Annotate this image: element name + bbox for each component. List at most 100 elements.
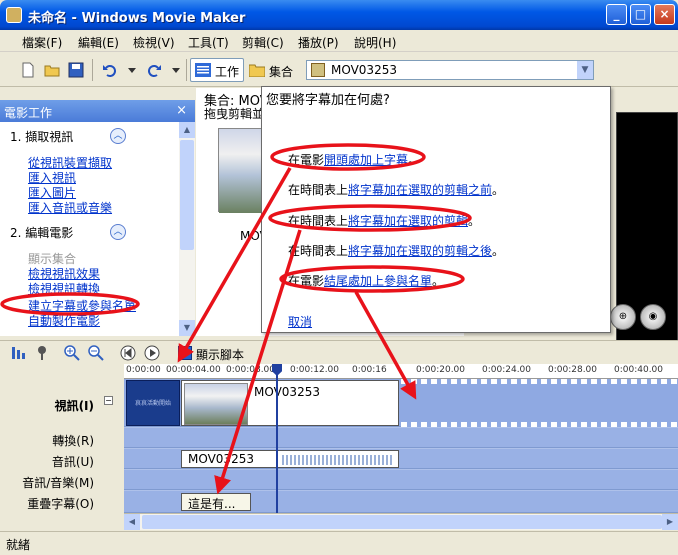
- section-capture-video-title[interactable]: 1. 擷取視訊: [10, 128, 73, 145]
- scroll-thumb[interactable]: [142, 515, 662, 529]
- collections-button[interactable]: 集合: [244, 58, 298, 82]
- take-picture-icon[interactable]: ◉: [640, 304, 666, 330]
- menu-file[interactable]: 檔案(F): [22, 34, 62, 51]
- new-project-icon[interactable]: [20, 62, 36, 78]
- play-timeline-icon[interactable]: [144, 345, 160, 361]
- maximize-button[interactable]: □: [630, 4, 651, 25]
- menu-edit[interactable]: 編輯(E): [78, 34, 119, 51]
- ruler-tick: 0:00:20.00: [416, 365, 466, 375]
- audio-waveform: [282, 455, 392, 465]
- chevron-up-icon[interactable]: ︿: [110, 128, 126, 144]
- scroll-right-icon[interactable]: ▶: [662, 514, 678, 530]
- option-credits-at-end: 在電影結尾處加上參與名單。: [288, 272, 444, 289]
- track-label-video[interactable]: 視訊(I): [55, 397, 94, 414]
- menu-view[interactable]: 檢視(V): [133, 34, 175, 51]
- ruler-tick: 0:00:16: [352, 365, 387, 375]
- option-prefix: 在電影: [288, 153, 325, 167]
- tasks-label: 工作: [215, 65, 240, 79]
- menu-tools[interactable]: 工具(T): [188, 34, 229, 51]
- menu-help[interactable]: 說明(H): [354, 34, 396, 51]
- video-clip-name: MOV03253: [254, 385, 320, 399]
- option-prefix: 在電影: [288, 274, 325, 288]
- set-audio-levels-icon[interactable]: [10, 345, 26, 361]
- rewind-timeline-icon[interactable]: [120, 345, 136, 361]
- movie-tasks-pane: 電影工作 × 1. 擷取視訊 ︿ 從視訊裝置擷取 匯入視訊 匯入圖片 匯入音訊或…: [0, 100, 195, 336]
- section-edit-movie-title[interactable]: 2. 編輯電影: [10, 224, 73, 241]
- title-overlay-clip[interactable]: 這是有...: [181, 493, 251, 511]
- track-label-audio[interactable]: 音訊(U): [52, 453, 94, 470]
- option-title-on-clip: 在時間表上將字幕加在選取的剪輯。: [288, 212, 480, 229]
- track-label-transition[interactable]: 轉換(R): [52, 432, 94, 449]
- link-title-at-beginning[interactable]: 開頭處加上字幕: [324, 153, 408, 167]
- video-clip[interactable]: MOV03253: [181, 380, 399, 426]
- task-view-video-transitions[interactable]: 檢視視訊轉換: [28, 280, 100, 297]
- close-icon[interactable]: ×: [176, 103, 187, 118]
- option-title-before-clip: 在時間表上將字幕加在選取的剪輯之前。: [288, 181, 504, 198]
- title-overlay-track[interactable]: 這是有...: [124, 491, 678, 513]
- option-prefix: 在時間表上: [288, 244, 349, 258]
- task-import-audio[interactable]: 匯入音訊或音樂: [28, 199, 112, 216]
- collection-dropdown[interactable]: MOV03253 ▼: [306, 60, 594, 80]
- task-pane-scrollbar[interactable]: ▲ ▼: [179, 122, 195, 336]
- transition-track[interactable]: [124, 428, 678, 448]
- link-credits-at-end[interactable]: 結尾處加上參與名單: [324, 274, 432, 288]
- menu-play[interactable]: 播放(P): [298, 34, 339, 51]
- timeline-track-labels: 視訊(I) 轉換(R) 音訊(U) 音訊/音樂(M) 重疊字幕(O): [0, 364, 124, 513]
- storyboard-icon: [178, 346, 192, 360]
- link-title-on-clip[interactable]: 將字幕加在選取的剪輯: [348, 214, 468, 228]
- collapse-video-track-icon[interactable]: −: [104, 396, 113, 405]
- undo-icon[interactable]: [102, 62, 118, 78]
- status-bar: 就緒: [0, 531, 678, 555]
- option-prefix: 在時間表上: [288, 214, 349, 228]
- status-text: 就緒: [6, 538, 31, 552]
- track-label-audio-music[interactable]: 音訊/音樂(M): [22, 474, 94, 491]
- close-button[interactable]: ×: [654, 4, 675, 25]
- split-clip-icon[interactable]: ⊕: [610, 304, 636, 330]
- playback-indicator[interactable]: [276, 364, 278, 513]
- show-storyboard-button[interactable]: 顯示腳本: [178, 346, 244, 363]
- redo-icon[interactable]: [146, 62, 162, 78]
- title-placement-panel: 您要將字幕加在何處? 在電影開頭處加上字幕。 在時間表上將字幕加在選取的剪輯之前…: [261, 86, 611, 333]
- video-track[interactable]: 哀哀活動開始 MOV03253: [124, 379, 678, 427]
- menu-clip[interactable]: 剪輯(C): [242, 34, 284, 51]
- scroll-left-icon[interactable]: ◀: [124, 514, 140, 530]
- option-prefix: 在時間表上: [288, 183, 349, 197]
- preview-monitor: ⊕ ◉: [610, 88, 678, 352]
- track-label-title-overlay[interactable]: 重疊字幕(O): [27, 495, 94, 512]
- timeline-tracks: 哀哀活動開始 MOV03253 MOV03253 這是有...: [124, 379, 678, 513]
- collection-dropdown-value: MOV03253: [331, 63, 397, 77]
- scroll-up-icon[interactable]: ▲: [179, 122, 195, 138]
- zoom-in-icon[interactable]: [64, 345, 80, 361]
- option-suffix: 。: [492, 183, 505, 197]
- task-automovie[interactable]: 自動製作電影: [28, 312, 100, 329]
- ruler-tick: 00:00:04.00: [166, 365, 221, 375]
- audio-music-track[interactable]: [124, 470, 678, 490]
- panel-heading: 您要將字幕加在何處?: [266, 93, 390, 108]
- audio-track[interactable]: MOV03253: [124, 449, 678, 469]
- open-project-icon[interactable]: [44, 62, 60, 78]
- link-title-after-clip[interactable]: 將字幕加在選取的剪輯之後: [348, 244, 492, 258]
- option-suffix: 。: [408, 153, 421, 167]
- collection-hint: 拖曳剪輯並: [204, 107, 265, 121]
- ruler-tick: 0:00:24.00: [482, 365, 532, 375]
- timeline-ruler[interactable]: 0:00:00 00:00:04.00 0:00:08.00 0:00:12.0…: [124, 364, 678, 379]
- zoom-out-icon[interactable]: [88, 345, 104, 361]
- tasks-button[interactable]: 工作: [190, 58, 245, 82]
- cancel-link[interactable]: 取消: [288, 313, 312, 330]
- save-project-icon[interactable]: [68, 62, 84, 78]
- chevron-down-icon[interactable]: ▼: [577, 61, 593, 79]
- narrate-timeline-icon[interactable]: [34, 345, 50, 361]
- scroll-thumb[interactable]: [180, 140, 194, 250]
- minimize-button[interactable]: _: [606, 4, 627, 25]
- chevron-up-icon[interactable]: ︿: [110, 224, 126, 240]
- redo-dropdown-icon[interactable]: [168, 62, 184, 78]
- link-title-before-clip[interactable]: 將字幕加在選取的剪輯之前: [348, 183, 492, 197]
- toolbar-separator: [186, 59, 187, 81]
- scroll-down-icon[interactable]: ▼: [179, 320, 195, 336]
- timeline-scrollbar[interactable]: ◀ ▶: [124, 513, 678, 530]
- audio-clip[interactable]: MOV03253: [181, 450, 399, 468]
- option-suffix: 。: [432, 274, 445, 288]
- task-pane-title: 電影工作: [4, 106, 53, 120]
- title-clip[interactable]: 哀哀活動開始: [126, 380, 180, 426]
- undo-dropdown-icon[interactable]: [124, 62, 140, 78]
